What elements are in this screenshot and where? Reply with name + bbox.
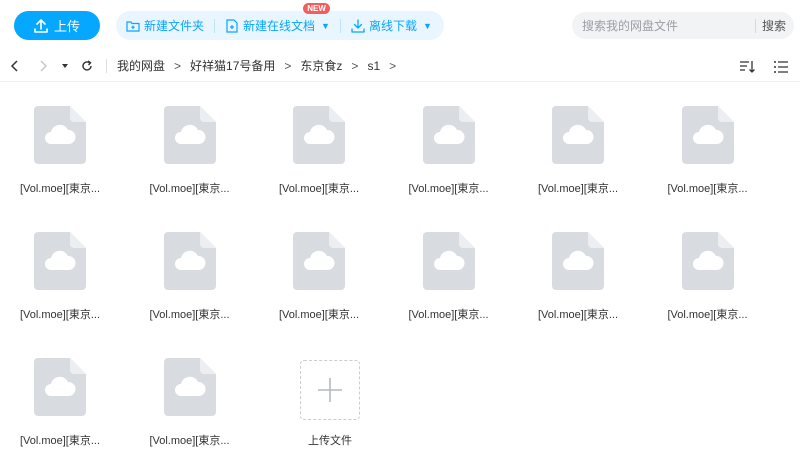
cloud-file-icon bbox=[34, 358, 86, 416]
breadcrumb-separator: > bbox=[351, 58, 359, 73]
file-item[interactable]: [Vol.moe][東京... bbox=[389, 210, 509, 322]
file-name: [Vol.moe][東京... bbox=[19, 309, 101, 321]
chevron-left-icon bbox=[10, 59, 18, 72]
file-name: [Vol.moe][東京... bbox=[278, 183, 360, 195]
back-button[interactable] bbox=[4, 55, 26, 77]
upload-button[interactable]: 上传 bbox=[14, 11, 100, 40]
file-item[interactable]: [Vol.moe][東京... bbox=[259, 84, 379, 196]
sort-icon bbox=[740, 61, 755, 73]
cloud-file-icon bbox=[163, 232, 216, 290]
file-item[interactable]: [Vol.moe][東京... bbox=[0, 336, 120, 448]
new-doc-icon bbox=[226, 18, 238, 33]
file-name: [Vol.moe][東京... bbox=[19, 435, 101, 447]
action-group: 新建文件夹 新建在线文档 ▼ NEW 离线下载 ▼ bbox=[116, 3, 444, 40]
cloud-file-icon bbox=[422, 106, 475, 164]
file-item[interactable]: [Vol.moe][東京... bbox=[0, 84, 120, 196]
file-name: [Vol.moe][東京... bbox=[537, 183, 619, 195]
breadcrumb-item-current[interactable]: s1 bbox=[365, 59, 382, 73]
plus-icon bbox=[318, 378, 342, 402]
history-dropdown[interactable] bbox=[58, 55, 72, 77]
breadcrumb-separator: > bbox=[284, 58, 292, 73]
cloud-file-icon bbox=[163, 358, 216, 416]
search-input[interactable] bbox=[572, 18, 755, 33]
breadcrumb-item[interactable]: 我的网盘 bbox=[115, 57, 167, 74]
forward-button[interactable] bbox=[32, 55, 54, 77]
upload-file-tile[interactable] bbox=[300, 360, 360, 420]
cloud-file-icon bbox=[293, 232, 345, 290]
view-controls bbox=[736, 56, 792, 78]
caret-down-icon: ▼ bbox=[422, 20, 432, 31]
new-folder-button[interactable]: 新建文件夹 bbox=[116, 11, 214, 40]
breadcrumb-separator: > bbox=[389, 58, 397, 73]
file-name: [Vol.moe][東京... bbox=[537, 309, 619, 321]
refresh-icon bbox=[82, 59, 92, 71]
navigation-bar: 我的网盘 > 好祥猫17号备用 > 东京食z > s1 > bbox=[0, 50, 800, 82]
offline-download-label: 离线下载 bbox=[368, 19, 417, 33]
new-online-doc-label: 新建在线文档 bbox=[243, 19, 316, 33]
cloud-file-icon bbox=[681, 106, 734, 164]
file-item[interactable]: [Vol.moe][東京... bbox=[518, 210, 638, 322]
cloud-file-icon bbox=[552, 106, 604, 164]
cloud-file-icon bbox=[34, 232, 86, 290]
cloud-file-icon bbox=[681, 232, 734, 290]
divider bbox=[106, 58, 107, 73]
file-item[interactable]: [Vol.moe][東京... bbox=[389, 84, 509, 196]
sort-button[interactable] bbox=[736, 56, 758, 78]
file-name: [Vol.moe][東京... bbox=[667, 309, 748, 321]
file-name: [Vol.moe][東京... bbox=[408, 183, 489, 195]
file-name: [Vol.moe][東京... bbox=[149, 183, 230, 195]
download-icon bbox=[351, 18, 365, 33]
file-item[interactable]: [Vol.moe][東京... bbox=[259, 210, 379, 322]
chevron-right-icon bbox=[40, 59, 48, 72]
cloud-file-icon bbox=[34, 106, 86, 164]
breadcrumb: 我的网盘 > 好祥猫17号备用 > 东京食z > s1 > bbox=[115, 57, 403, 74]
file-item[interactable]: [Vol.moe][東京... bbox=[0, 210, 120, 322]
file-item[interactable]: [Vol.moe][東京... bbox=[648, 210, 768, 322]
caret-down-icon: ▼ bbox=[321, 20, 330, 31]
file-item[interactable]: [Vol.moe][東京... bbox=[130, 336, 250, 448]
offline-download-button[interactable]: 离线下载 ▼ bbox=[341, 11, 442, 40]
file-name: [Vol.moe][東京... bbox=[408, 309, 489, 321]
file-grid: 上传文件 [Vol.moe][東京... [Vol.moe][東京... [Vol.… bbox=[0, 84, 800, 456]
breadcrumb-item[interactable]: 东京食z bbox=[298, 57, 344, 74]
cloud-file-icon bbox=[293, 106, 345, 164]
file-item[interactable]: [Vol.moe][東京... bbox=[130, 210, 250, 322]
breadcrumb-item[interactable]: 好祥猫17号备用 bbox=[188, 57, 277, 74]
file-item[interactable]: [Vol.moe][東京... bbox=[648, 84, 768, 196]
file-name: [Vol.moe][東京... bbox=[667, 183, 748, 195]
list-view-icon bbox=[774, 61, 788, 73]
file-name: [Vol.moe][東京... bbox=[149, 309, 230, 321]
upload-button-label: 上传 bbox=[53, 19, 80, 34]
search-box: 搜索 bbox=[572, 12, 794, 39]
file-name: [Vol.moe][東京... bbox=[19, 183, 101, 195]
file-item[interactable]: [Vol.moe][東京... bbox=[518, 84, 638, 196]
breadcrumb-separator: > bbox=[174, 58, 182, 73]
upload-icon bbox=[34, 18, 48, 33]
toolbar: 上传 新建文件夹 新建在线文档 ▼ NEW 离线下载 ▼ 搜索 bbox=[0, 0, 800, 50]
view-mode-button[interactable] bbox=[770, 56, 792, 78]
new-badge: NEW bbox=[303, 3, 330, 14]
new-folder-icon bbox=[126, 20, 140, 32]
file-name: [Vol.moe][東京... bbox=[149, 435, 230, 447]
cloud-file-icon bbox=[422, 232, 475, 290]
file-item[interactable]: [Vol.moe][東京... bbox=[130, 84, 250, 196]
search-button[interactable]: 搜索 bbox=[756, 17, 794, 34]
caret-down-icon bbox=[62, 63, 68, 68]
refresh-button[interactable] bbox=[76, 55, 98, 77]
new-online-doc-button[interactable]: 新建在线文档 ▼ NEW bbox=[215, 3, 340, 40]
new-folder-label: 新建文件夹 bbox=[144, 19, 205, 33]
file-name: [Vol.moe][東京... bbox=[278, 309, 360, 321]
upload-file-label: 上传文件 bbox=[308, 435, 352, 447]
cloud-file-icon bbox=[552, 232, 604, 290]
cloud-file-icon bbox=[163, 106, 216, 164]
